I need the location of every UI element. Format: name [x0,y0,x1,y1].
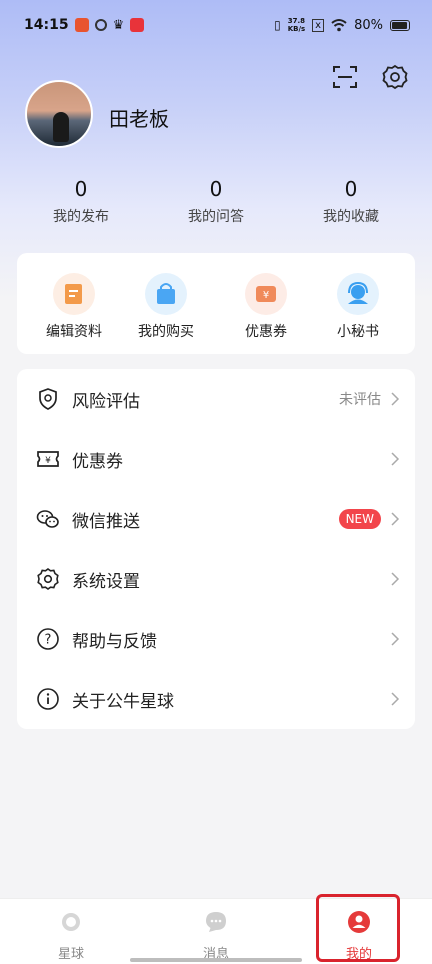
scan-icon[interactable] [331,63,359,91]
crown-icon: ♛ [112,17,125,33]
chevron-right-icon [391,692,400,706]
menu-system-settings[interactable]: 系统设置 [17,549,415,609]
coupon-icon: ¥ [245,273,287,315]
menu-wechat-push[interactable]: 微信推送 NEW [17,489,415,549]
stat-favorites-label: 我的收藏 [323,209,379,225]
wechat-icon [36,510,59,528]
menu-coupons[interactable]: ¥ 优惠券 [17,429,415,489]
chevron-right-icon [391,452,400,466]
new-badge: NEW [338,509,381,529]
menu-coupons-label: 优惠券 [72,451,123,472]
status-time: 14:15 [24,17,69,33]
chevron-right-icon [391,632,400,646]
menu-help-feedback-label: 帮助与反馈 [72,631,157,652]
nav-messages[interactable]: 消息 [171,909,261,962]
stat-qa-count: 0 [209,177,223,201]
quick-my-purchases-label: 我的购买 [138,324,194,340]
quick-coupons-label: 优惠券 [245,324,287,340]
quick-edit-profile[interactable]: 编辑资料 [29,273,119,341]
nav-planet[interactable]: 星球 [26,909,116,962]
menu-about-label: 关于公牛星球 [72,691,174,712]
menu-about[interactable]: 关于公牛星球 [17,669,415,729]
active-tab-highlight-box [316,894,400,962]
status-bar: 14:15 ♛ ▯ 37.8 KB/s x 80% [0,0,432,50]
message-icon [206,912,226,932]
edit-profile-icon [53,273,95,315]
stat-posts-label: 我的发布 [53,209,109,225]
stat-favorites[interactable]: 0 我的收藏 [296,176,406,226]
stat-favorites-count: 0 [344,177,358,201]
vibrate-icon: ▯ [274,18,281,32]
avatar[interactable] [25,80,93,148]
quick-coupons[interactable]: ¥ 优惠券 [221,273,311,341]
quick-assistant[interactable]: 小秘书 [313,273,403,341]
settings-gear-icon[interactable] [381,63,409,91]
quick-actions-card: 编辑资料 我的购买 ¥ 优惠券 小秘书 [17,253,415,354]
svg-text:¥: ¥ [45,456,51,466]
stat-posts[interactable]: 0 我的发布 [26,176,136,226]
gear-icon [37,568,59,590]
network-speed: 37.8 KB/s [288,17,305,33]
menu-risk-assessment-label: 风险评估 [72,391,140,412]
quick-assistant-label: 小秘书 [337,324,379,340]
sim-icon: x [312,18,325,32]
ticket-icon: ¥ [37,451,59,467]
shopping-bag-icon [145,273,187,315]
username: 田老板 [109,107,169,131]
risk-status: 未评估 [339,392,381,408]
app-notification-icon [74,18,89,32]
quick-edit-profile-label: 编辑资料 [46,324,102,340]
chevron-right-icon [391,512,400,526]
menu-help-feedback[interactable]: ? 帮助与反馈 [17,609,415,669]
help-icon: ? [37,628,59,650]
planet-icon [62,913,80,931]
menu-wechat-push-label: 微信推送 [72,511,140,532]
speed-unit: KB/s [287,25,306,33]
nav-planet-label: 星球 [57,947,84,962]
menu-system-settings-label: 系统设置 [72,571,140,592]
chevron-right-icon [391,392,400,406]
assistant-icon [337,273,379,315]
home-indicator [130,958,302,962]
wifi-icon [331,19,347,32]
menu-risk-assessment[interactable]: 风险评估 未评估 [17,369,415,429]
battery-icon [390,19,410,31]
stat-posts-count: 0 [74,177,88,201]
menu-card: 风险评估 未评估 ¥ 优惠券 微信推送 NEW 系统设置 ? 帮助与反馈 关于公… [17,369,415,729]
chevron-right-icon [391,572,400,586]
svg-text:¥: ¥ [263,290,269,301]
battery-percent: 80% [354,17,383,33]
app-badge-icon [130,18,145,32]
quick-my-purchases[interactable]: 我的购买 [121,273,211,341]
sync-icon [94,19,107,31]
stat-qa-label: 我的问答 [188,209,244,225]
speed-value: 37.8 [287,17,306,25]
shield-icon [39,388,57,410]
svg-text:?: ? [45,633,52,648]
info-icon [37,688,59,710]
stat-qa[interactable]: 0 我的问答 [161,176,271,226]
avatar-figure [53,112,69,142]
